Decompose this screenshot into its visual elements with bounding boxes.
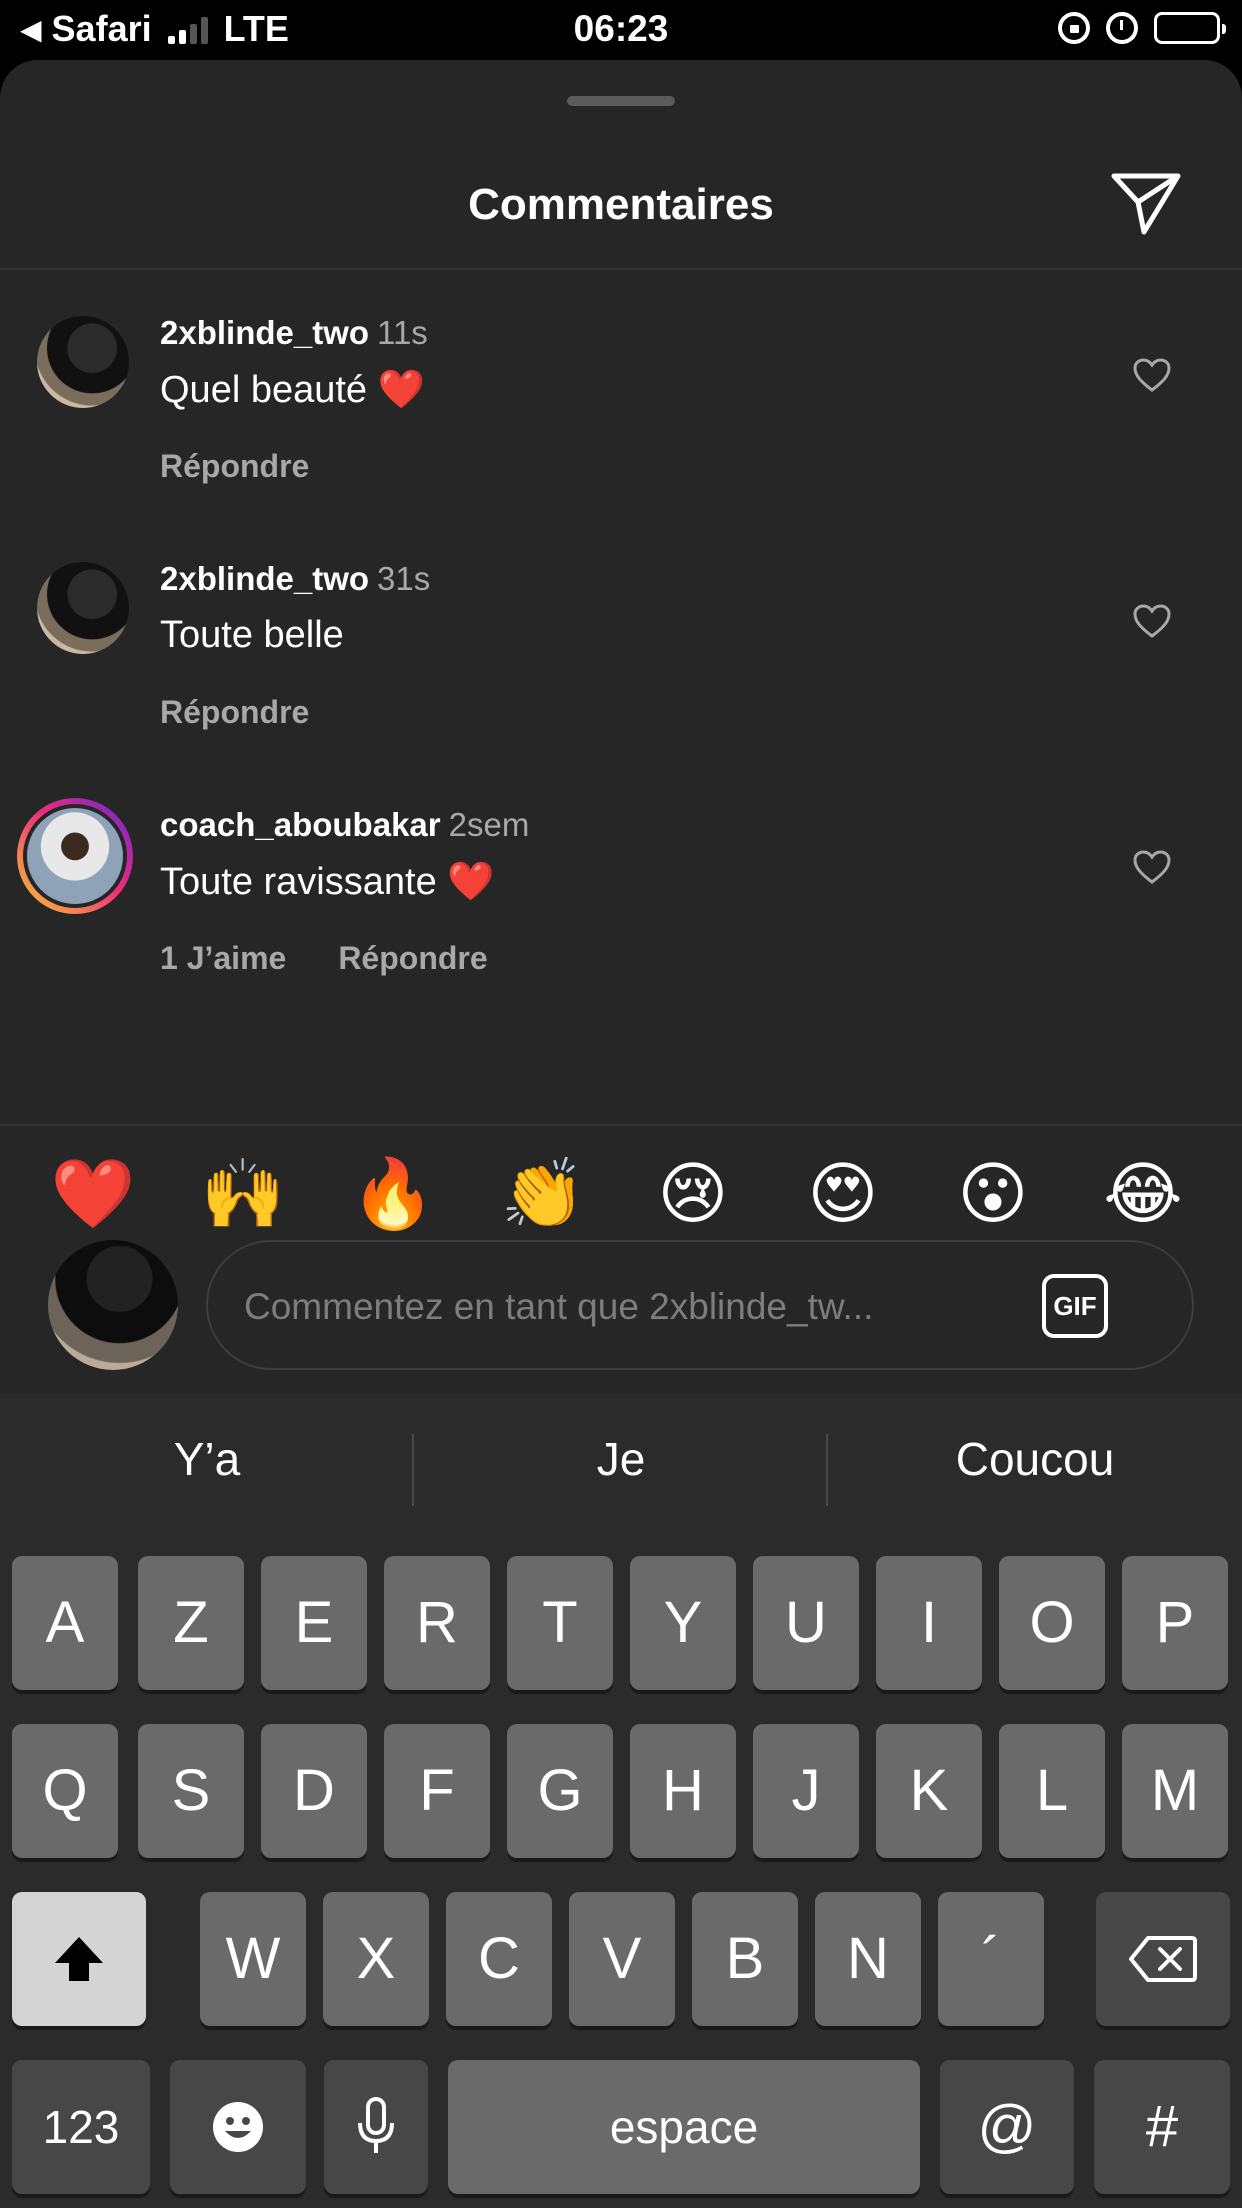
key-s[interactable]: S <box>138 1724 244 1858</box>
numbers-key[interactable]: 123 <box>12 2060 150 2194</box>
comment-text: Toute belle <box>160 614 344 656</box>
comment-item: coach_aboubakar 2sem Toute ravissante ❤️ … <box>0 764 1242 1010</box>
keyboard: Y’a Je Coucou A Z E R T Y U I O P Q S D … <box>0 1394 1242 2208</box>
key-v[interactable]: V <box>569 1892 675 2026</box>
suggestion-1[interactable]: Y’a <box>0 1432 414 1486</box>
heart-outline-icon <box>1133 850 1171 884</box>
emoji-clap-button[interactable]: 👏 <box>498 1150 588 1240</box>
sheet-drag-handle[interactable] <box>567 96 675 106</box>
key-m[interactable]: M <box>1122 1724 1228 1858</box>
comment-username[interactable]: 2xblinde_two <box>160 560 369 597</box>
at-key[interactable]: @ <box>940 2060 1074 2194</box>
reply-button[interactable]: Répondre <box>160 694 309 731</box>
backspace-key[interactable] <box>1096 1892 1230 2026</box>
key-q[interactable]: Q <box>12 1724 118 1858</box>
emoji-keyboard-key[interactable] <box>170 2060 306 2194</box>
shift-icon <box>55 1937 103 1981</box>
reply-button[interactable]: Répondre <box>160 448 309 485</box>
suggestion-2[interactable]: Je <box>414 1432 828 1486</box>
alarm-icon <box>1106 12 1138 44</box>
key-w[interactable]: W <box>200 1892 306 2026</box>
status-right <box>1058 12 1226 44</box>
likes-count[interactable]: 1 J’aime <box>160 940 286 977</box>
key-u[interactable]: U <box>753 1556 859 1690</box>
comment-time: 31s <box>377 560 431 597</box>
heart-outline-icon <box>1133 604 1171 638</box>
key-y[interactable]: Y <box>630 1556 736 1690</box>
comment-username[interactable]: coach_aboubakar <box>160 806 441 843</box>
key-z[interactable]: Z <box>138 1556 244 1690</box>
status-time: 06:23 <box>573 8 669 49</box>
keyboard-suggestions: Y’a Je Coucou <box>0 1394 1242 1544</box>
heart-outline-icon <box>1133 358 1171 392</box>
emoji-heart-button[interactable]: ❤️ <box>48 1150 138 1240</box>
like-comment-button[interactable] <box>1132 848 1172 888</box>
key-l[interactable]: L <box>999 1724 1105 1858</box>
reply-button[interactable]: Répondre <box>338 940 487 977</box>
key-j[interactable]: J <box>753 1724 859 1858</box>
key-n[interactable]: N <box>815 1892 921 2026</box>
avatar[interactable] <box>37 316 129 408</box>
comment-item: 2xblinde_two 31s Toute belle Répondre <box>0 518 1242 764</box>
header-divider <box>0 268 1242 270</box>
comment-input[interactable] <box>244 1272 1004 1342</box>
status-bar: ◀ Safari LTE 06:23 <box>0 0 1242 60</box>
key-a[interactable]: A <box>12 1556 118 1690</box>
emoji-surprised-button[interactable]: 😮 <box>948 1150 1038 1240</box>
emoji-fire-button[interactable]: 🔥 <box>348 1150 438 1240</box>
avatar[interactable] <box>17 798 133 914</box>
comment-time: 11s <box>377 314 428 351</box>
key-t[interactable]: T <box>507 1556 613 1690</box>
comment-item: 2xblinde_two 11s Quel beauté ❤️ Répondre <box>0 272 1242 518</box>
key-acute-accent[interactable]: ´ <box>938 1892 1044 2026</box>
share-button[interactable] <box>1108 168 1184 238</box>
key-e[interactable]: E <box>261 1556 367 1690</box>
emoji-raised-hands-button[interactable]: 🙌 <box>198 1150 288 1240</box>
sheet-title: Commentaires <box>468 180 774 229</box>
key-r[interactable]: R <box>384 1556 490 1690</box>
backspace-icon <box>1129 1936 1197 1982</box>
battery-icon <box>1154 12 1226 44</box>
key-d[interactable]: D <box>261 1724 367 1858</box>
orientation-lock-icon <box>1058 12 1090 44</box>
hash-key[interactable]: # <box>1094 2060 1230 2194</box>
key-p[interactable]: P <box>1122 1556 1228 1690</box>
key-x[interactable]: X <box>323 1892 429 2026</box>
emoji-crying-button[interactable]: 😢 <box>648 1150 738 1240</box>
emoji-laughing-button[interactable]: 😂 <box>1098 1150 1188 1240</box>
key-o[interactable]: O <box>999 1556 1105 1690</box>
comment-time: 2sem <box>448 806 530 843</box>
key-b[interactable]: B <box>692 1892 798 2026</box>
key-f[interactable]: F <box>384 1724 490 1858</box>
comments-list[interactable]: 2xblinde_two 11s Quel beauté ❤️ Répondre … <box>0 272 1242 1124</box>
current-user-avatar <box>48 1240 178 1370</box>
like-comment-button[interactable] <box>1132 356 1172 396</box>
comment-username[interactable]: 2xblinde_two <box>160 314 369 351</box>
space-key[interactable]: espace <box>448 2060 920 2194</box>
avatar[interactable] <box>37 562 129 654</box>
emoji-divider <box>0 1124 1242 1126</box>
comment-text: Toute ravissante ❤️ <box>160 861 495 903</box>
microphone-icon <box>358 2097 394 2153</box>
key-i[interactable]: I <box>876 1556 982 1690</box>
gif-button[interactable]: GIF <box>1042 1274 1108 1338</box>
key-k[interactable]: K <box>876 1724 982 1858</box>
like-comment-button[interactable] <box>1132 602 1172 642</box>
key-c[interactable]: C <box>446 1892 552 2026</box>
comment-text: Quel beauté ❤️ <box>160 369 425 411</box>
comments-sheet: Commentaires 2xblinde_two 11s Quel beauté… <box>0 60 1242 1394</box>
dictation-key[interactable] <box>324 2060 428 2194</box>
send-icon <box>1111 173 1181 235</box>
comment-input-container[interactable]: GIF <box>206 1240 1194 1370</box>
key-h[interactable]: H <box>630 1724 736 1858</box>
shift-key[interactable] <box>12 1892 146 2026</box>
key-g[interactable]: G <box>507 1724 613 1858</box>
suggestion-3[interactable]: Coucou <box>828 1432 1242 1486</box>
smiley-icon <box>213 2102 263 2152</box>
emoji-heart-eyes-button[interactable]: 😍 <box>798 1150 888 1240</box>
